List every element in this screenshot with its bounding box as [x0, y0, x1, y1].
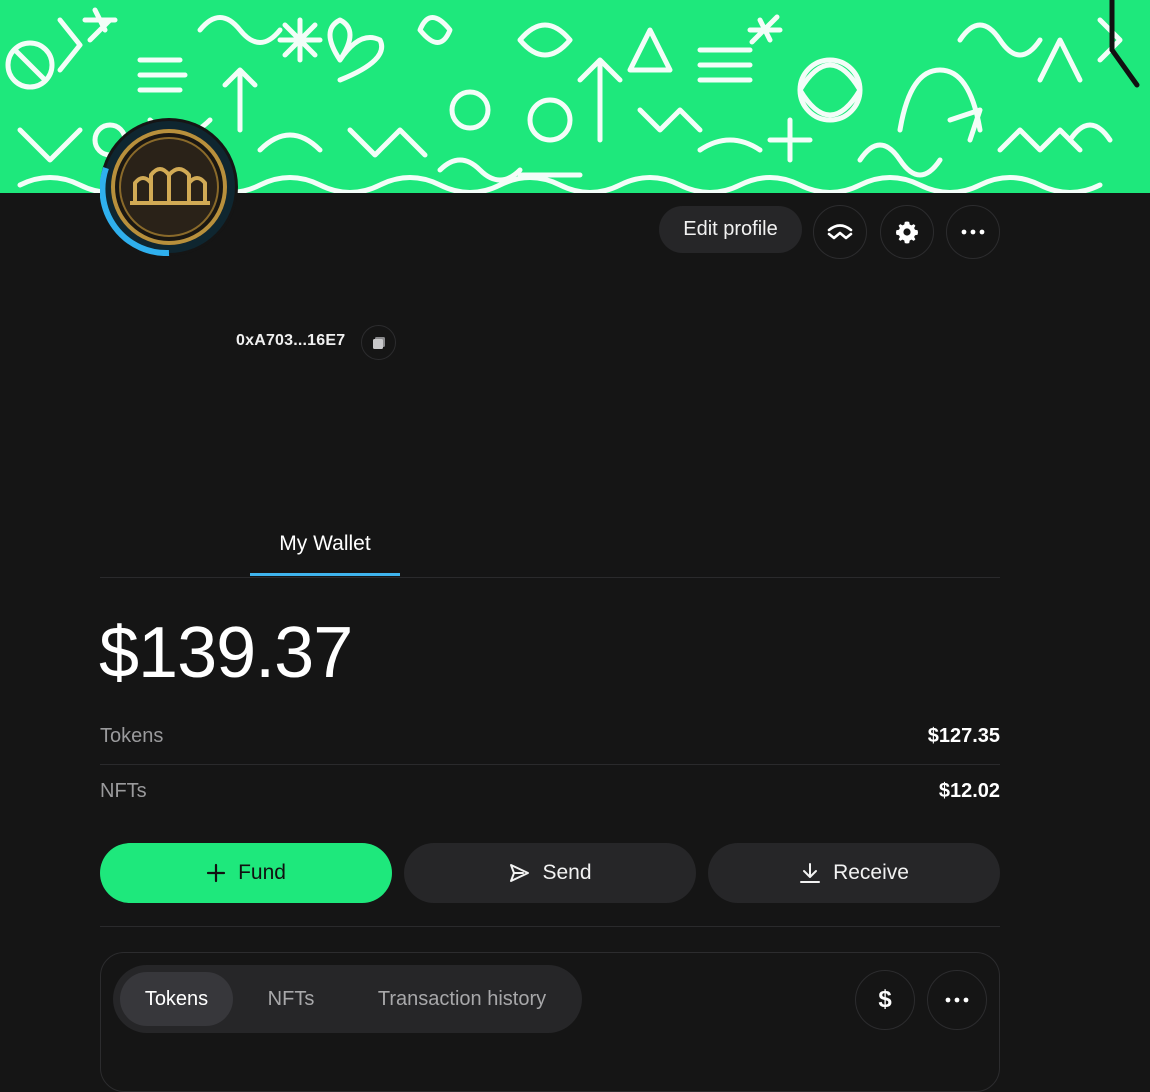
nfts-row-label: NFTs — [100, 780, 147, 802]
more-icon — [961, 229, 985, 235]
tab-nfts-label: NFTs — [267, 987, 315, 1010]
currency-toggle-button[interactable]: $ — [855, 970, 915, 1030]
tokens-row-label: Tokens — [100, 725, 164, 747]
assets-more-button[interactable] — [927, 970, 987, 1030]
copy-icon — [372, 336, 385, 349]
section-divider — [100, 926, 1000, 927]
total-balance: $139.37 — [99, 613, 353, 693]
walletconnect-button[interactable] — [813, 205, 867, 259]
more-icon — [945, 997, 969, 1003]
copy-address-button[interactable] — [361, 325, 396, 360]
tokens-row-value: $127.35 — [927, 725, 1000, 747]
tab-my-wallet[interactable]: My Wallet — [250, 532, 400, 578]
tab-transaction-history[interactable]: Transaction history — [349, 972, 575, 1026]
receive-button[interactable]: Receive — [708, 843, 1000, 903]
tab-my-wallet-label: My Wallet — [279, 532, 371, 555]
walletconnect-icon — [827, 224, 853, 240]
fund-button-label: Fund — [238, 861, 286, 884]
tabs-divider — [100, 577, 1000, 578]
tab-tokens[interactable]: Tokens — [120, 972, 233, 1026]
active-tab-indicator — [250, 573, 400, 576]
tab-transaction-history-label: Transaction history — [377, 987, 547, 1010]
gear-icon — [896, 221, 918, 244]
send-icon — [510, 864, 530, 882]
edit-profile-label: Edit profile — [683, 218, 778, 240]
plus-icon — [206, 863, 226, 883]
edit-profile-button[interactable]: Edit profile — [659, 206, 802, 253]
send-button[interactable]: Send — [404, 843, 696, 903]
wallet-address: 0xA703...16E7 — [236, 332, 346, 349]
nfts-row-value: $12.02 — [938, 780, 1000, 802]
gold-coin-logo-icon — [100, 121, 235, 256]
currency-symbol: $ — [878, 986, 892, 1013]
settings-button[interactable] — [880, 205, 934, 259]
fund-button[interactable]: Fund — [100, 843, 392, 903]
row-divider — [100, 764, 1000, 765]
tab-tokens-label: Tokens — [144, 987, 209, 1010]
tab-nfts[interactable]: NFTs — [243, 972, 339, 1026]
download-icon — [800, 863, 821, 883]
receive-button-label: Receive — [833, 861, 909, 884]
send-button-label: Send — [542, 861, 592, 884]
avatar[interactable] — [100, 118, 238, 256]
more-options-button[interactable] — [946, 205, 1000, 259]
